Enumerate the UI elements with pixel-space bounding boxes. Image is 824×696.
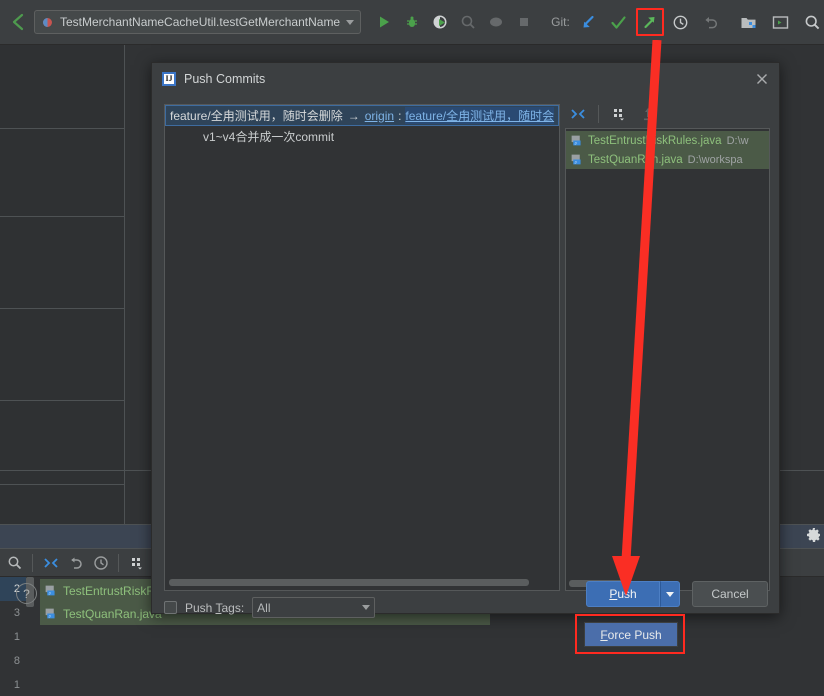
file-list-item[interactable]: J TestEntrustRiskRules.java D:\w <box>566 131 769 150</box>
toolbar-separator <box>118 553 119 572</box>
run-actions-group <box>371 9 537 35</box>
collapse-expand-icon[interactable] <box>565 101 591 127</box>
right-actions-group <box>736 9 824 35</box>
run-configuration-selector[interactable]: TestMerchantNameCacheUtil.testGetMerchan… <box>34 10 362 34</box>
push-tags-combo-value: All <box>257 600 271 615</box>
run-icon[interactable] <box>371 9 397 35</box>
push-commits-dialog: IJ Push Commits feature/全甪测试用，随时会删除 → or… <box>151 62 781 618</box>
group-by-icon[interactable] <box>124 550 149 575</box>
java-file-icon: J <box>44 607 57 620</box>
java-file-icon: J <box>570 153 583 166</box>
chevron-down-icon <box>666 591 674 597</box>
chevron-down-icon <box>362 605 371 610</box>
intellij-icon: IJ <box>162 71 176 86</box>
files-panel-toolbar <box>565 102 770 126</box>
background-pane-row <box>0 129 124 217</box>
commit-message: v1~v4合并成一次commit <box>203 129 335 144</box>
update-project-icon[interactable] <box>576 9 602 35</box>
run-with-coverage-icon[interactable] <box>427 9 453 35</box>
debug-icon[interactable] <box>399 9 425 35</box>
file-path: D:\workspa <box>687 153 743 166</box>
cancel-button[interactable]: Cancel <box>692 581 768 607</box>
revert-icon[interactable] <box>63 550 88 575</box>
push-icon[interactable] <box>638 10 662 34</box>
background-pane-row <box>0 401 124 485</box>
collapse-expand-icon[interactable] <box>38 550 63 575</box>
project-structure-icon[interactable] <box>736 9 762 35</box>
svg-text:J: J <box>48 614 50 619</box>
branch-colon-label: : <box>398 108 402 123</box>
push-tags-label: Push Tags: <box>185 600 245 615</box>
git-actions-group <box>576 8 724 36</box>
dialog-title: Push Commits <box>184 71 266 86</box>
file-name: TestQuanRan.java <box>588 153 683 166</box>
help-icon[interactable]: ? <box>16 583 37 604</box>
show-diff-icon[interactable] <box>635 101 661 127</box>
background-pane-row <box>0 217 124 309</box>
svg-text:J: J <box>574 160 576 165</box>
gutter-line-number: 8 <box>13 655 20 667</box>
push-button[interactable]: Push <box>586 581 660 607</box>
group-by-icon[interactable] <box>606 101 632 127</box>
dialog-body: feature/全甪测试用，随时会删除 → origin : feature/全… <box>152 94 781 618</box>
profile-icon[interactable] <box>455 9 481 35</box>
list-item-label: TestQuanRan.java <box>63 606 162 621</box>
close-icon[interactable] <box>753 70 771 88</box>
branch-source-label: feature/全甪测试用，随时会删除 <box>170 109 343 123</box>
commit-row[interactable]: v1~v4合并成一次commit <box>165 126 559 146</box>
gutter-line-number: 1 <box>13 679 20 691</box>
background-pane-row <box>0 309 124 401</box>
background-left-pane <box>0 45 125 525</box>
force-push-menu-item[interactable]: Force Push <box>584 622 678 647</box>
horizontal-scrollbar[interactable] <box>169 579 529 586</box>
push-button-highlight <box>635 8 664 36</box>
commits-tree-panel: feature/全甪测试用，随时会删除 → origin : feature/全… <box>164 104 560 591</box>
changed-files-panel: J TestEntrustRiskRules.java D:\w J TestQ… <box>565 128 770 591</box>
chevron-down-icon[interactable] <box>346 19 355 25</box>
attach-icon[interactable] <box>483 9 509 35</box>
stop-icon[interactable] <box>511 9 537 35</box>
run-config-label: TestMerchantNameCacheUtil.testGetMerchan… <box>60 15 341 29</box>
run-config-icon <box>41 16 54 29</box>
push-tags-row: Push Tags: All <box>164 597 376 618</box>
gutter-line-number: 1 <box>13 631 20 643</box>
branch-arrow-label: → <box>347 108 360 123</box>
branch-row[interactable]: feature/全甪测试用，随时会删除 → origin : feature/全… <box>165 105 559 126</box>
search-icon[interactable] <box>2 550 27 575</box>
branch-target-link[interactable]: feature/全甪测试用，随时会 <box>405 107 555 124</box>
back-arrow-icon[interactable] <box>8 8 28 36</box>
push-tags-checkbox[interactable] <box>164 601 177 614</box>
dialog-titlebar[interactable]: IJ Push Commits <box>152 63 779 94</box>
force-push-highlight: Force Push <box>575 614 685 654</box>
svg-text:J: J <box>48 591 50 596</box>
ide-window: 2 3 1 8 1 J TestEntrustRiskRul J TestQua… <box>0 0 824 696</box>
svg-text:J: J <box>574 141 576 146</box>
remote-link[interactable]: origin <box>365 109 394 123</box>
java-file-icon: J <box>44 584 57 597</box>
file-path: D:\w <box>726 134 749 147</box>
git-label: Git: <box>551 15 570 29</box>
toolbar-separator <box>598 105 599 123</box>
java-file-icon: J <box>570 134 583 147</box>
list-item-label: TestEntrustRiskRul <box>63 583 165 598</box>
file-list-item[interactable]: J TestQuanRan.java D:\workspa <box>566 150 769 169</box>
gutter-line-number: 3 <box>13 607 20 619</box>
background-pane-row <box>0 45 124 129</box>
file-name: TestEntrustRiskRules.java <box>588 134 722 147</box>
push-dropdown-button[interactable] <box>660 581 680 607</box>
terminal-icon[interactable] <box>768 9 794 35</box>
gear-icon[interactable] <box>806 527 822 543</box>
revert-icon[interactable] <box>698 9 724 35</box>
history-icon[interactable] <box>88 550 113 575</box>
toolbar-separator <box>32 553 33 572</box>
push-tags-combo[interactable]: All <box>252 597 376 618</box>
history-icon[interactable] <box>668 9 694 35</box>
main-toolbar: TestMerchantNameCacheUtil.testGetMerchan… <box>0 0 824 45</box>
commit-icon[interactable] <box>606 9 632 35</box>
search-everywhere-icon[interactable] <box>800 9 824 35</box>
